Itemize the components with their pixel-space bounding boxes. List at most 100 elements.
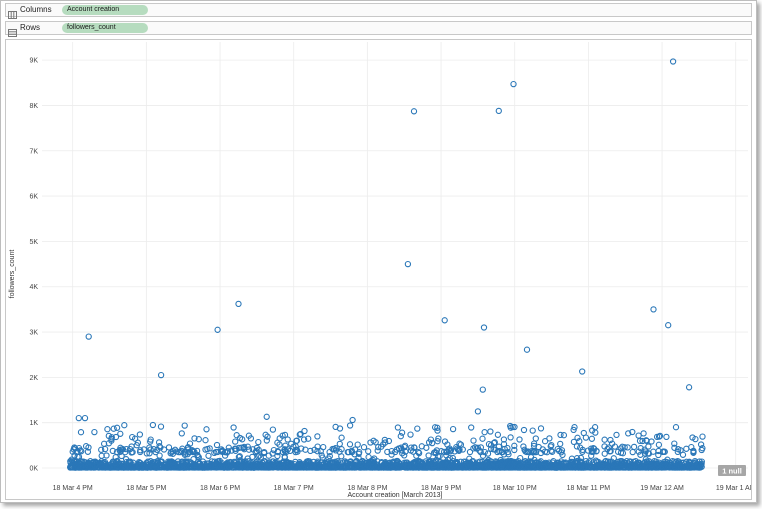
data-point[interactable]: [470, 437, 477, 444]
data-point[interactable]: [672, 424, 680, 431]
data-point[interactable]: [230, 424, 237, 431]
rows-shelf[interactable]: Rows followers_count: [5, 21, 752, 37]
rows-field-pill[interactable]: followers_count: [62, 23, 148, 33]
data-point[interactable]: [699, 433, 706, 440]
data-point[interactable]: [336, 440, 343, 448]
data-point[interactable]: [140, 446, 148, 453]
data-point[interactable]: [613, 431, 620, 439]
outlier-point[interactable]: [75, 414, 82, 422]
data-point[interactable]: [249, 453, 256, 461]
outlier-point[interactable]: [479, 386, 486, 393]
data-point[interactable]: [663, 433, 670, 441]
data-point[interactable]: [629, 448, 636, 456]
data-point[interactable]: [346, 422, 354, 429]
outlier-point[interactable]: [579, 368, 586, 375]
data-point[interactable]: [232, 438, 239, 445]
data-point[interactable]: [479, 435, 486, 442]
data-point[interactable]: [414, 425, 421, 432]
outlier-point[interactable]: [669, 58, 677, 65]
data-point[interactable]: [557, 440, 564, 448]
data-point[interactable]: [269, 426, 277, 433]
data-point[interactable]: [181, 422, 188, 429]
outlier-point[interactable]: [157, 371, 165, 379]
columns-field-pill[interactable]: Account creation: [62, 5, 148, 15]
outlier-point[interactable]: [81, 414, 89, 422]
data-point[interactable]: [683, 445, 690, 452]
data-point[interactable]: [205, 452, 212, 459]
outlier-point[interactable]: [263, 413, 270, 420]
outlier-point[interactable]: [410, 108, 418, 115]
outlier-point[interactable]: [685, 384, 693, 391]
outlier-point[interactable]: [480, 324, 488, 331]
data-point[interactable]: [338, 453, 345, 460]
data-point[interactable]: [301, 427, 308, 435]
data-point[interactable]: [645, 443, 652, 450]
columns-shelf[interactable]: Columns Account creation: [5, 3, 752, 19]
data-point[interactable]: [537, 425, 545, 432]
data-point[interactable]: [449, 425, 457, 433]
data-point[interactable]: [532, 435, 539, 442]
data-point[interactable]: [202, 437, 209, 444]
outlier-point[interactable]: [404, 260, 412, 268]
outlier-point[interactable]: [441, 317, 448, 324]
data-point[interactable]: [121, 422, 128, 429]
data-point[interactable]: [591, 424, 599, 431]
outlier-point[interactable]: [665, 322, 672, 329]
data-point[interactable]: [570, 438, 578, 446]
data-point[interactable]: [494, 431, 502, 438]
data-point[interactable]: [354, 441, 361, 448]
data-point[interactable]: [178, 430, 185, 437]
data-point[interactable]: [360, 444, 368, 451]
data-point[interactable]: [601, 436, 608, 443]
data-point[interactable]: [582, 434, 590, 441]
data-point[interactable]: [481, 429, 488, 436]
null-indicator-badge[interactable]: 1 null: [718, 465, 746, 476]
outlier-point[interactable]: [650, 306, 657, 313]
data-point[interactable]: [546, 435, 553, 442]
data-point[interactable]: [136, 431, 144, 438]
data-point[interactable]: [346, 441, 354, 448]
data-point[interactable]: [255, 438, 262, 446]
outlier-point[interactable]: [214, 326, 221, 333]
data-point[interactable]: [588, 435, 596, 442]
data-point[interactable]: [655, 441, 663, 448]
data-point[interactable]: [104, 426, 111, 433]
data-point[interactable]: [314, 433, 321, 440]
y-tick-label: 7K: [29, 148, 38, 155]
outlier-point[interactable]: [235, 300, 242, 308]
data-point[interactable]: [650, 448, 657, 455]
data-point[interactable]: [520, 426, 528, 434]
columns-shelf-icon: [8, 6, 17, 19]
outlier-point[interactable]: [523, 346, 531, 353]
data-point[interactable]: [557, 431, 564, 439]
data-point[interactable]: [640, 430, 647, 437]
outlier-point[interactable]: [510, 80, 517, 88]
outlier-point[interactable]: [85, 333, 92, 340]
data-point[interactable]: [233, 432, 240, 439]
data-point[interactable]: [365, 448, 372, 455]
data-point[interactable]: [466, 448, 474, 456]
x-tick-label: 18 Mar 6 PM: [200, 485, 240, 492]
data-point[interactable]: [149, 421, 157, 429]
data-point[interactable]: [507, 434, 514, 441]
data-point[interactable]: [338, 434, 345, 441]
data-point[interactable]: [468, 424, 475, 431]
data-point[interactable]: [484, 450, 492, 457]
data-point[interactable]: [487, 428, 494, 435]
outlier-point[interactable]: [474, 408, 482, 415]
data-point[interactable]: [91, 428, 98, 436]
data-point[interactable]: [407, 431, 414, 438]
data-point[interactable]: [203, 426, 210, 433]
outlier-point[interactable]: [349, 416, 356, 424]
outlier-point[interactable]: [495, 107, 502, 115]
data-point[interactable]: [77, 429, 85, 436]
data-point[interactable]: [213, 441, 221, 449]
data-point[interactable]: [635, 432, 642, 439]
data-point[interactable]: [630, 443, 638, 451]
data-point[interactable]: [516, 436, 523, 443]
data-point[interactable]: [157, 423, 165, 430]
data-point[interactable]: [529, 427, 536, 434]
data-point[interactable]: [394, 424, 402, 431]
data-point[interactable]: [425, 452, 432, 459]
data-point[interactable]: [113, 424, 121, 431]
